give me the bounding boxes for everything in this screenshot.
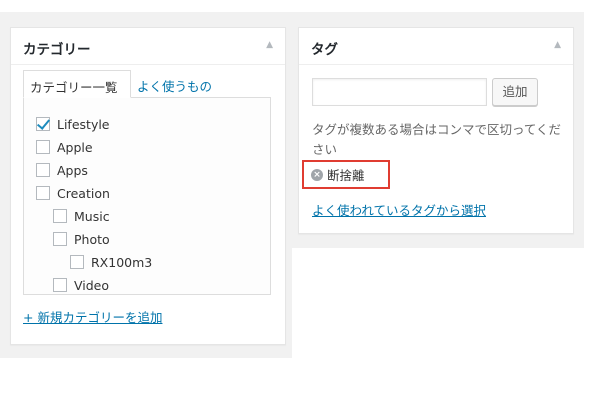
category-label: RX100m3 (91, 254, 153, 270)
tag-name: 断捨離 (327, 168, 365, 183)
tag-item: × 断捨離 (302, 160, 390, 189)
add-new-category-link[interactable]: + 新規カテゴリーを追加 (23, 307, 162, 326)
tag-box-title: タグ (311, 42, 338, 58)
category-checkbox[interactable] (53, 232, 67, 246)
tab-most-used[interactable]: よく使うもの (137, 76, 212, 95)
category-checklist: Lifestyle Apple Apps Creation Music Photo RX10… (23, 97, 271, 295)
category-item[interactable]: RX100m3 (70, 252, 152, 272)
category-item[interactable]: Music (53, 206, 110, 226)
category-label: Apple (57, 139, 93, 155)
choose-popular-tags-link[interactable]: よく使われているタグから選択 (312, 200, 486, 219)
new-tag-input[interactable] (312, 78, 487, 106)
tag-box-header: タグ ▲ (299, 28, 573, 65)
category-checkbox[interactable] (36, 140, 50, 154)
category-checkbox[interactable] (53, 278, 67, 292)
category-checkbox[interactable] (36, 116, 51, 131)
category-box-header: カテゴリー ▲ (11, 28, 285, 65)
category-item[interactable]: Creation (36, 183, 110, 203)
category-label: Lifestyle (57, 116, 110, 132)
category-checkbox[interactable] (36, 186, 50, 200)
category-checkbox[interactable] (70, 255, 84, 269)
category-item[interactable]: Video (53, 275, 109, 295)
category-label: Video (74, 277, 110, 293)
category-checkbox[interactable] (36, 163, 50, 177)
category-box-title: カテゴリー (23, 42, 91, 58)
tab-all-categories[interactable]: カテゴリー一覧 (23, 70, 131, 98)
category-label: Photo (74, 231, 110, 247)
remove-tag-icon[interactable]: × (311, 168, 323, 181)
category-item[interactable]: Photo (53, 229, 110, 249)
category-meta-box: カテゴリー ▲ カテゴリー一覧 よく使うもの Lifestyle Apple App… (10, 27, 286, 345)
category-item[interactable]: Lifestyle (36, 114, 110, 134)
checkmark-icon (36, 116, 51, 130)
add-tag-button[interactable]: 追加 (492, 78, 538, 106)
tag-meta-box: タグ ▲ 追加 タグが複数ある場合はコンマで区切ってください × 断捨離 よく使… (298, 27, 574, 234)
category-item[interactable]: Apps (36, 160, 88, 180)
category-label: Creation (57, 185, 110, 201)
collapse-toggle-icon[interactable]: ▲ (266, 40, 273, 50)
category-item[interactable]: Apple (36, 137, 93, 157)
category-label: Apps (57, 162, 88, 178)
category-label: Music (74, 208, 110, 224)
collapse-toggle-icon[interactable]: ▲ (554, 40, 561, 50)
tag-hint-text: タグが複数ある場合はコンマで区切ってください (312, 122, 562, 157)
category-checkbox[interactable] (53, 209, 67, 223)
